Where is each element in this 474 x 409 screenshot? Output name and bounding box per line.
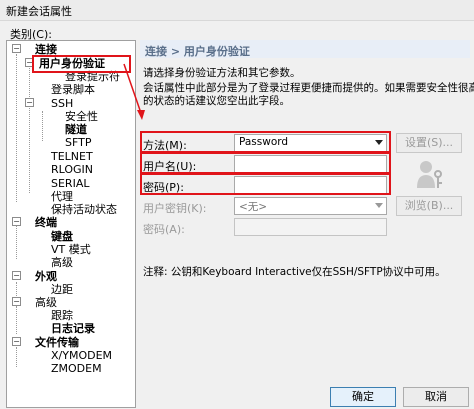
tree-item-keep-alive[interactable]: 保持活动状态	[51, 203, 117, 216]
panel-header: 连接 > 用户身份验证	[140, 40, 470, 58]
tree-item-sftp[interactable]: SFTP	[65, 136, 91, 149]
tree-item-appearance[interactable]: 外观	[35, 270, 57, 283]
session-properties-dialog: 新建会话属性 类别(C): − − − − − − − 连接 用户身份验证 登录…	[0, 0, 474, 409]
passphrase-label: 密码(A):	[143, 223, 185, 236]
tree-item-security[interactable]: 安全性	[65, 110, 98, 123]
tree-item-telnet[interactable]: TELNET	[51, 150, 93, 163]
tree-line	[16, 347, 17, 367]
browse-button[interactable]: 浏览(B)...	[396, 196, 462, 216]
collapse-icon[interactable]: −	[12, 44, 21, 53]
tree-item-keyboard[interactable]: 键盘	[51, 230, 73, 243]
collapse-icon[interactable]: −	[12, 217, 21, 226]
user-key-select[interactable]: <无>	[234, 197, 387, 215]
passphrase-field[interactable]	[234, 218, 387, 236]
tree-item-tunnel[interactable]: 隧道	[65, 123, 87, 136]
tree-item-serial[interactable]: SERIAL	[51, 177, 89, 190]
user-key-value: <无>	[239, 201, 268, 213]
tree-item-proxy[interactable]: 代理	[51, 190, 73, 203]
tree-item-margins[interactable]: 边距	[51, 283, 73, 296]
chevron-down-icon	[375, 203, 383, 208]
highlight-box	[140, 131, 391, 153]
tree-item-login-script[interactable]: 登录脚本	[51, 83, 95, 96]
collapse-icon[interactable]: −	[12, 297, 21, 306]
ok-button[interactable]: 确定	[330, 387, 396, 407]
highlight-box	[140, 173, 391, 195]
description-line: 的状态的话建议您空出此字段。	[143, 95, 290, 107]
highlight-box	[32, 55, 131, 73]
tree-item-trace[interactable]: 跟踪	[51, 309, 73, 322]
tree-item-rlogin[interactable]: RLOGIN	[51, 163, 93, 176]
tree-item-advanced[interactable]: 高级	[35, 296, 57, 309]
tree-item-logging[interactable]: 日志记录	[51, 322, 95, 335]
tree-item-terminal-advanced[interactable]: 高级	[51, 256, 73, 269]
breadcrumb: 连接 > 用户身份验证	[145, 45, 250, 58]
setup-button[interactable]: 设置(S)...	[396, 133, 462, 153]
window-title: 新建会话属性	[6, 5, 72, 18]
tree-line	[16, 54, 17, 202]
tree-item-terminal[interactable]: 终端	[35, 216, 57, 229]
collapse-icon[interactable]: −	[12, 271, 21, 280]
tree-line	[16, 226, 17, 259]
dialog-footer: 确定 取消	[140, 386, 474, 409]
note-text: 注释: 公钥和Keyboard Interactive仅在SSH/SFTP协议中…	[143, 266, 446, 278]
tree-item-zmodem[interactable]: ZMODEM	[51, 362, 102, 375]
highlight-box	[140, 152, 391, 174]
cancel-button[interactable]: 取消	[403, 387, 469, 407]
user-key-label: 用户密钥(K):	[143, 202, 207, 215]
title-bar: 新建会话属性	[0, 0, 474, 21]
user-key-icon	[417, 161, 442, 188]
tree-line	[42, 111, 43, 141]
settings-panel: 连接 > 用户身份验证 请选择身份验证方法和其它参数。 会话属性中此部分是为了登…	[140, 40, 474, 385]
collapse-icon[interactable]: −	[12, 337, 21, 346]
tree-item-vt-mode[interactable]: VT 模式	[51, 243, 91, 256]
category-tree[interactable]: − − − − − − − 连接 用户身份验证 登录提示符 登录脚本 SSH 安…	[6, 40, 136, 408]
tree-item-ssh[interactable]: SSH	[51, 97, 73, 110]
collapse-icon[interactable]: −	[25, 98, 34, 107]
tree-item-file-transfer[interactable]: 文件传输	[35, 336, 79, 349]
tree-item-xymodem[interactable]: X/YMODEM	[51, 349, 112, 362]
description-line: 请选择身份验证方法和其它参数。	[143, 67, 301, 79]
tree-line	[16, 306, 17, 334]
tree-line	[29, 63, 30, 193]
